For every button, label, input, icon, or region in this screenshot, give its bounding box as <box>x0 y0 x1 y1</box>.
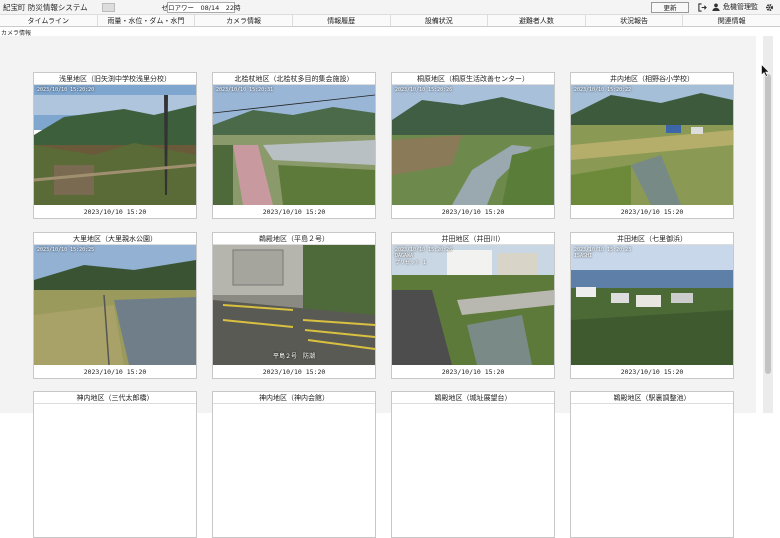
camera-card[interactable]: 神内地区（三代太郎橋） <box>33 391 197 538</box>
camera-grid: 浅里地区（旧矢渕中学校浅里分校） 2023/10/10 15:20:20 202… <box>0 36 756 538</box>
camera-date: 2023/10/10 15:20 <box>83 367 147 376</box>
camera-image[interactable]: 2023/10/10 15:20:25 <box>34 245 196 365</box>
camera-overlay-timestamp: 2023/10/10 15:20:22 <box>574 87 632 93</box>
camera-card[interactable]: 鵜殿地区（平島２号） 平島２号 防潮 2023/10/10 15:20 <box>212 232 376 379</box>
camera-title: 鵜殿地区（平島２号） <box>213 233 375 245</box>
camera-title: 神内地区（三代太郎橋） <box>34 392 196 404</box>
zero-hour-status: ゼロアワー 08/14 22時 <box>162 1 241 13</box>
camera-card[interactable]: 井内地区（相野谷小学校） 2023/10/10 15:20:22 2023/10… <box>570 72 734 219</box>
camera-card[interactable]: 鵜殿地区（城址展望台） <box>391 391 555 538</box>
camera-date: 2023/10/10 15:20 <box>262 207 326 216</box>
nav-timeline[interactable]: タイムライン <box>0 15 98 26</box>
camera-date: 2023/10/10 15:20 <box>83 207 147 216</box>
camera-title: 北桧杖地区（北桧杖多目的集会施設） <box>213 73 375 85</box>
camera-title: 井田地区（七里御浜） <box>571 233 733 245</box>
camera-title: 井田地区（井田川） <box>392 233 554 245</box>
camera-date: 2023/10/10 15:20 <box>441 367 505 376</box>
camera-image[interactable]: 平島２号 防潮 <box>213 245 375 365</box>
gear-icon[interactable] <box>762 2 776 13</box>
camera-caption: 平島２号 防潮 <box>272 353 315 360</box>
camera-title: 神内地区（神内会館） <box>213 392 375 404</box>
camera-date: 2023/10/10 15:20 <box>441 207 505 216</box>
camera-title: 大里地区（大里親水公園） <box>34 233 196 245</box>
camera-card[interactable]: 井田地区（七里御浜） 2023/10/10 15:20:23 ISASHI 20… <box>570 232 734 379</box>
camera-card[interactable]: 井田地区（井田川） 2023/10/10 15:20:26 DAGAWA プリセ… <box>391 232 555 379</box>
header-square-icon <box>102 2 115 12</box>
top-header: 紀宝町 防災情報システム ゼロアワー 08/14 22時 更新 危機管理監 <box>0 0 780 14</box>
camera-title: 鵜殿地区（駅裏調整池） <box>571 392 733 404</box>
camera-image[interactable]: 2023/10/10 15:20:20 <box>34 85 196 205</box>
nav-facility-status[interactable]: 設備状況 <box>391 15 489 26</box>
camera-date: 2023/10/10 15:20 <box>620 367 684 376</box>
camera-card[interactable]: 桐原地区（桐原生活改善センター） 2023/10/10 15:20:26 202… <box>391 72 555 219</box>
camera-card[interactable]: 大里地区（大里親水公園） 2023/10/10 15:20:25 2023/10… <box>33 232 197 379</box>
camera-card[interactable]: 浅里地区（旧矢渕中学校浅里分校） 2023/10/10 15:20:20 202… <box>33 72 197 219</box>
nav-status-report[interactable]: 状況報告 <box>586 15 684 26</box>
camera-title: 浅里地区（旧矢渕中学校浅里分校） <box>34 73 196 85</box>
camera-card[interactable]: 鵜殿地区（駅裏調整池） <box>570 391 734 538</box>
camera-overlay-timestamp: 2023/10/10 15:20:23 ISASHI <box>574 247 631 259</box>
camera-image[interactable]: 2023/10/10 15:20:23 ISASHI <box>571 245 733 365</box>
camera-card[interactable]: 神内地区（神内会館） <box>212 391 376 538</box>
camera-date: 2023/10/10 15:20 <box>620 207 684 216</box>
app-title: 紀宝町 防災情報システム <box>3 2 88 12</box>
camera-image[interactable]: 2023/10/10 15:20:26 <box>392 85 554 205</box>
camera-card[interactable]: 北桧杖地区（北桧杖多目的集会施設） 2023/10/10 15:20:31 20… <box>212 72 376 219</box>
nav-evacuee-count[interactable]: 避難者人数 <box>488 15 586 26</box>
camera-title: 鵜殿地区（城址展望台） <box>392 392 554 404</box>
user-name[interactable]: 危機管理監 <box>723 2 758 12</box>
nav-related-info[interactable]: 関連情報 <box>683 15 780 26</box>
camera-date: 2023/10/10 15:20 <box>262 367 326 376</box>
camera-title: 井内地区（相野谷小学校） <box>571 73 733 85</box>
camera-overlay-timestamp: 2023/10/10 15:20:31 <box>216 87 274 93</box>
logout-icon[interactable] <box>695 2 709 13</box>
nav-rainfall-water-level[interactable]: 雨量・水位・ダム・水門 <box>98 15 196 26</box>
camera-title: 桐原地区（桐原生活改善センター） <box>392 73 554 85</box>
nav-info-history[interactable]: 情報履歴 <box>293 15 391 26</box>
scrollbar-thumb[interactable] <box>765 74 771 374</box>
mouse-cursor-icon <box>761 62 770 81</box>
camera-overlay-timestamp: 2023/10/10 15:20:25 <box>37 247 95 253</box>
main-nav: タイムライン 雨量・水位・ダム・水門 カメラ情報 情報履歴 設備状況 避難者人数… <box>0 14 780 27</box>
camera-overlay-timestamp: 2023/10/10 15:20:26 DAGAWA プリセット 1 <box>395 247 452 266</box>
camera-image[interactable]: 2023/10/10 15:20:31 <box>213 85 375 205</box>
camera-overlay-timestamp: 2023/10/10 15:20:26 <box>395 87 453 93</box>
refresh-button[interactable]: 更新 <box>651 1 689 13</box>
user-icon <box>709 2 723 13</box>
overlay-line-preset: プリセット 1 <box>395 260 427 266</box>
overlay-line-location: ISASHI <box>574 253 593 259</box>
nav-camera-info[interactable]: カメラ情報 <box>195 15 293 26</box>
camera-image[interactable]: 2023/10/10 15:20:26 DAGAWA プリセット 1 <box>392 245 554 365</box>
vertical-scrollbar[interactable] <box>763 36 773 413</box>
camera-image[interactable]: 2023/10/10 15:20:22 <box>571 85 733 205</box>
camera-overlay-timestamp: 2023/10/10 15:20:20 <box>37 87 95 93</box>
